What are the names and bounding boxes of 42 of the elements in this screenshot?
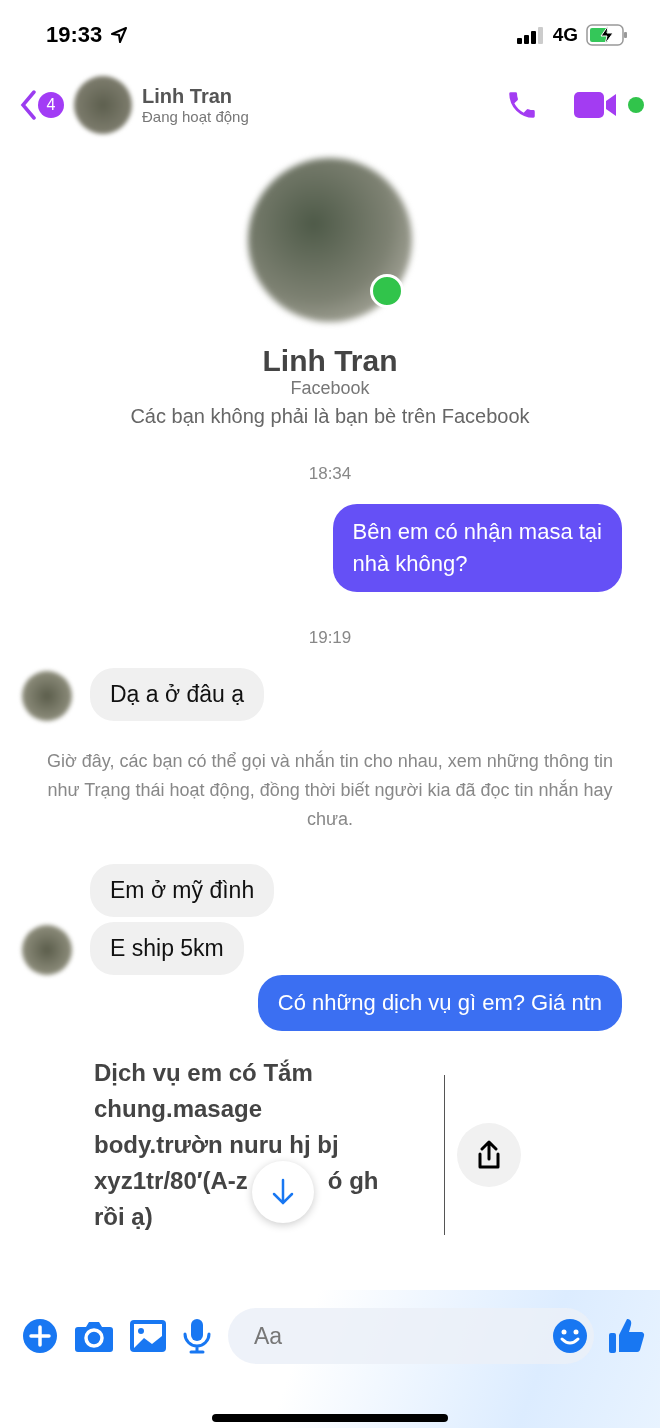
timestamp: 18:34 <box>307 464 353 484</box>
avatar <box>22 671 72 721</box>
video-camera-icon <box>574 90 618 120</box>
received-message: E ship 5km <box>90 922 244 975</box>
contact-avatar <box>74 76 132 134</box>
arrow-down-icon <box>271 1178 295 1206</box>
message-line: body.trườn nuru hj bj <box>94 1130 339 1160</box>
profile-name: Linh Tran <box>262 344 398 378</box>
signal-icon <box>516 26 545 44</box>
message-line: Dịch vụ em có Tắm <box>94 1058 313 1088</box>
microphone-icon <box>182 1318 212 1354</box>
notice-text: Giờ đây, các bạn có thể gọi và nhắn tin cho nhau, xem những thông tin như Trạng thái hoạt động, đồng thời biết người kia đã đọc tin nhắn hay chưa. <box>46 749 614 831</box>
timestamp: 19:19 <box>307 628 353 648</box>
thumbs-up-icon[interactable] <box>608 1317 646 1355</box>
network-label: 4G <box>552 24 578 46</box>
contact-name: Linh Tran <box>142 85 233 108</box>
plus-icon <box>22 1318 58 1354</box>
share-icon <box>476 1140 502 1170</box>
battery-charging-icon <box>586 24 628 46</box>
unread-count: 4 <box>38 92 64 118</box>
emoji-icon[interactable] <box>552 1318 588 1354</box>
image-icon <box>130 1320 166 1352</box>
sent-message: Có những dịch vụ gì em? Giá ntn <box>257 975 622 1031</box>
message-field[interactable]: Aa <box>228 1308 594 1364</box>
message-line: ó gh <box>327 1166 379 1196</box>
message-line: chung.masage <box>94 1094 263 1124</box>
received-message: Dạ a ở đâu ạ <box>90 668 264 721</box>
chevron-left-icon <box>20 90 36 120</box>
message-line: rồi ạ) <box>94 1202 153 1232</box>
camera-icon <box>74 1319 114 1353</box>
message-line: xyz1tr/80′(A-z <box>94 1166 248 1196</box>
friend-note: Các bạn không phải là bạn bè trên Facebook <box>130 405 530 428</box>
avatar <box>22 925 72 975</box>
scroll-down-button[interactable] <box>252 1161 314 1223</box>
received-message: Em ở mỹ đình <box>90 864 275 917</box>
clock-time: 19:33 <box>46 22 103 48</box>
sent-message: Bên em có nhận masa tại nhà không? <box>332 504 622 592</box>
back-button[interactable]: 4 <box>20 90 64 120</box>
location-arrow-icon <box>110 26 129 44</box>
profile-source: Facebook <box>290 378 370 399</box>
message-input[interactable]: Aa <box>252 1321 552 1351</box>
contact-status: Đang hoạt động <box>142 108 250 125</box>
